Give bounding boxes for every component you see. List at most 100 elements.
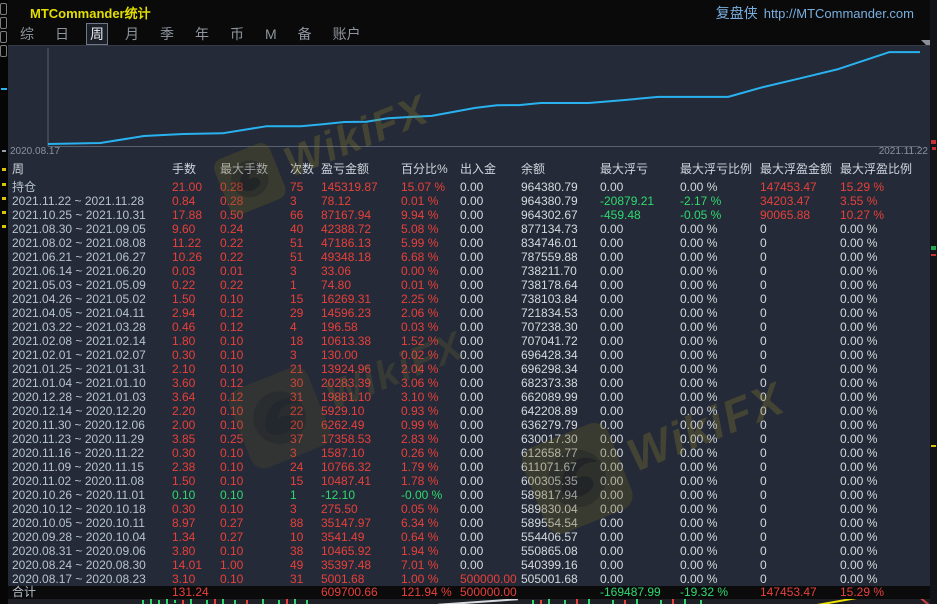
value-cell: 0.00 %: [680, 222, 760, 236]
table-row[interactable]: 2020.11.23 ~ 2020.11.293.850.253717358.5…: [8, 432, 930, 446]
value-cell: 0.00 %: [840, 446, 930, 460]
value-cell: 0.10: [220, 502, 290, 516]
table-row[interactable]: 2021.03.22 ~ 2021.03.280.460.124196.580.…: [8, 320, 930, 334]
value-cell: 3: [290, 446, 321, 460]
menu-item-季[interactable]: 季: [160, 24, 174, 44]
value-cell: 0.00 %: [401, 264, 460, 278]
table-row[interactable]: 2021.01.25 ~ 2021.01.312.100.102113924.9…: [8, 362, 930, 376]
table-row[interactable]: 2021.01.04 ~ 2021.01.103.600.123020283.3…: [8, 376, 930, 390]
table-row[interactable]: 2021.04.26 ~ 2021.05.021.500.101516269.3…: [8, 292, 930, 306]
column-header: 最大浮亏比例: [680, 158, 760, 180]
value-cell: 0: [760, 348, 840, 362]
value-cell: 15: [290, 474, 321, 488]
table-row[interactable]: 2021.11.22 ~ 2021.11.280.840.28378.120.0…: [8, 194, 930, 208]
table-row[interactable]: 2020.11.02 ~ 2020.11.081.500.101510487.4…: [8, 474, 930, 488]
value-cell: 17358.53: [321, 432, 401, 446]
menu-item-周[interactable]: 周: [86, 23, 108, 45]
period-cell: 2021.10.25 ~ 2021.10.31: [12, 208, 172, 222]
value-cell: 0.30: [172, 502, 220, 516]
value-cell: 0.00: [460, 278, 521, 292]
window-title: MTCommander统计: [30, 3, 151, 22]
table-row[interactable]: 2021.05.03 ~ 2021.05.090.220.22174.800.0…: [8, 278, 930, 292]
menu-item-日[interactable]: 日: [55, 24, 69, 44]
table-row[interactable]: 2021.02.01 ~ 2021.02.070.300.103130.000.…: [8, 348, 930, 362]
value-cell: 1.79 %: [401, 460, 460, 474]
value-cell: [290, 586, 321, 599]
table-row[interactable]: 2021.08.02 ~ 2021.08.0811.220.225147186.…: [8, 236, 930, 250]
value-cell: 11.22: [172, 236, 220, 250]
value-cell: 0.00: [460, 488, 521, 502]
period-cell: 2020.08.17 ~ 2020.08.23: [12, 572, 172, 586]
table-row[interactable]: 2020.10.26 ~ 2020.11.010.100.101-12.10-0…: [8, 488, 930, 502]
value-cell: 0.00: [460, 180, 521, 194]
menu-item-M[interactable]: M: [265, 26, 277, 42]
value-cell: 3.10 %: [401, 390, 460, 404]
table-row[interactable]: 2021.06.14 ~ 2021.06.200.030.01333.060.0…: [8, 264, 930, 278]
value-cell: 0.00 %: [680, 180, 760, 194]
menu-item-账户[interactable]: 账户: [333, 24, 361, 44]
value-cell: 8.97: [172, 516, 220, 530]
value-cell: 0.01 %: [401, 278, 460, 292]
menu-item-备[interactable]: 备: [298, 24, 312, 44]
brand-url-link[interactable]: http://MTCommander.com: [764, 6, 914, 21]
value-cell: 7.01 %: [401, 558, 460, 572]
value-cell: 0.00: [460, 334, 521, 348]
table-row[interactable]: 2021.02.08 ~ 2021.02.141.800.101810613.3…: [8, 334, 930, 348]
menu-item-年[interactable]: 年: [195, 24, 209, 44]
background-toolbar-button: [0, 17, 7, 29]
value-cell: 0.64 %: [401, 530, 460, 544]
value-cell: 0: [760, 572, 840, 586]
value-cell: 0.00 %: [840, 362, 930, 376]
table-row[interactable]: 2020.08.24 ~ 2020.08.3014.011.004935397.…: [8, 558, 930, 572]
value-cell: 31: [290, 390, 321, 404]
background-toolbar-button: [0, 3, 7, 15]
value-cell: 0: [760, 516, 840, 530]
table-row[interactable]: 2021.10.25 ~ 2021.10.3117.880.506687167.…: [8, 208, 930, 222]
mtcommander-window: MTCommander统计 复盘侠http://MTCommander.com …: [8, 0, 930, 604]
table-row[interactable]: 2020.10.05 ~ 2020.10.118.970.278835147.9…: [8, 516, 930, 530]
table-row[interactable]: 2020.11.09 ~ 2020.11.152.380.102410766.3…: [8, 460, 930, 474]
value-cell: 0: [760, 236, 840, 250]
table-row[interactable]: 2021.06.21 ~ 2021.06.2710.260.225149348.…: [8, 250, 930, 264]
menu-bar: 综 日周月 季 年 币 M 备 账户: [8, 22, 930, 45]
value-cell: 0.00: [600, 306, 680, 320]
table-row[interactable]: 2020.08.17 ~ 2020.08.233.100.10315001.68…: [8, 572, 930, 586]
table-row[interactable]: 2020.11.16 ~ 2020.11.220.300.1031587.100…: [8, 446, 930, 460]
menu-item-币[interactable]: 币: [230, 24, 244, 44]
menu-item-月[interactable]: 月: [125, 24, 139, 44]
table-row[interactable]: 2020.11.30 ~ 2020.12.062.000.10206262.49…: [8, 418, 930, 432]
period-cell: 2021.01.25 ~ 2021.01.31: [12, 362, 172, 376]
value-cell: 0.00 %: [840, 516, 930, 530]
table-row[interactable]: 2020.12.14 ~ 2020.12.202.200.10225929.10…: [8, 404, 930, 418]
value-cell: 0.00: [460, 530, 521, 544]
table-row[interactable]: 2020.12.28 ~ 2021.01.033.640.123119881.1…: [8, 390, 930, 404]
table-row[interactable]: 持仓21.000.2875145319.8715.07 %0.00964380.…: [8, 180, 930, 194]
value-cell: 589554.54: [521, 516, 600, 530]
value-cell: 121.94 %: [401, 586, 460, 599]
value-cell: 0.00: [600, 320, 680, 334]
value-cell: -169487.99: [600, 586, 680, 599]
value-cell: 15.07 %: [401, 180, 460, 194]
period-cell: 2020.11.16 ~ 2020.11.22: [12, 446, 172, 460]
period-cell: 2021.08.30 ~ 2021.09.05: [12, 222, 172, 236]
value-cell: 0.10: [220, 446, 290, 460]
titlebar-brand: 复盘侠http://MTCommander.com: [716, 3, 914, 23]
value-cell: 0.46: [172, 320, 220, 334]
table-row[interactable]: 2020.10.12 ~ 2020.10.180.300.103275.500.…: [8, 502, 930, 516]
total-row[interactable]: 合计131.24609700.66121.94 %500000.00-16948…: [8, 586, 930, 599]
column-header: 余额: [521, 158, 600, 180]
value-cell: 88: [290, 516, 321, 530]
value-cell: 0.00: [600, 572, 680, 586]
table-row[interactable]: 2020.09.28 ~ 2020.10.041.340.27103541.49…: [8, 530, 930, 544]
value-cell: 0.26 %: [401, 446, 460, 460]
value-cell: 0: [760, 474, 840, 488]
table-row[interactable]: 2021.08.30 ~ 2021.09.059.600.244042388.7…: [8, 222, 930, 236]
value-cell: 75: [290, 180, 321, 194]
table-row[interactable]: 2021.04.05 ~ 2021.04.112.940.122914596.2…: [8, 306, 930, 320]
menu-item-综[interactable]: 综: [20, 24, 34, 44]
table-header-row: 周手数最大手数次数盈亏金额百分比%出入金余额最大浮亏最大浮亏比例最大浮盈金额最大…: [8, 158, 930, 180]
value-cell: 0.00 %: [840, 292, 930, 306]
value-cell: 3: [290, 502, 321, 516]
value-cell: 0.00: [460, 306, 521, 320]
table-row[interactable]: 2020.08.31 ~ 2020.09.063.800.103810465.9…: [8, 544, 930, 558]
